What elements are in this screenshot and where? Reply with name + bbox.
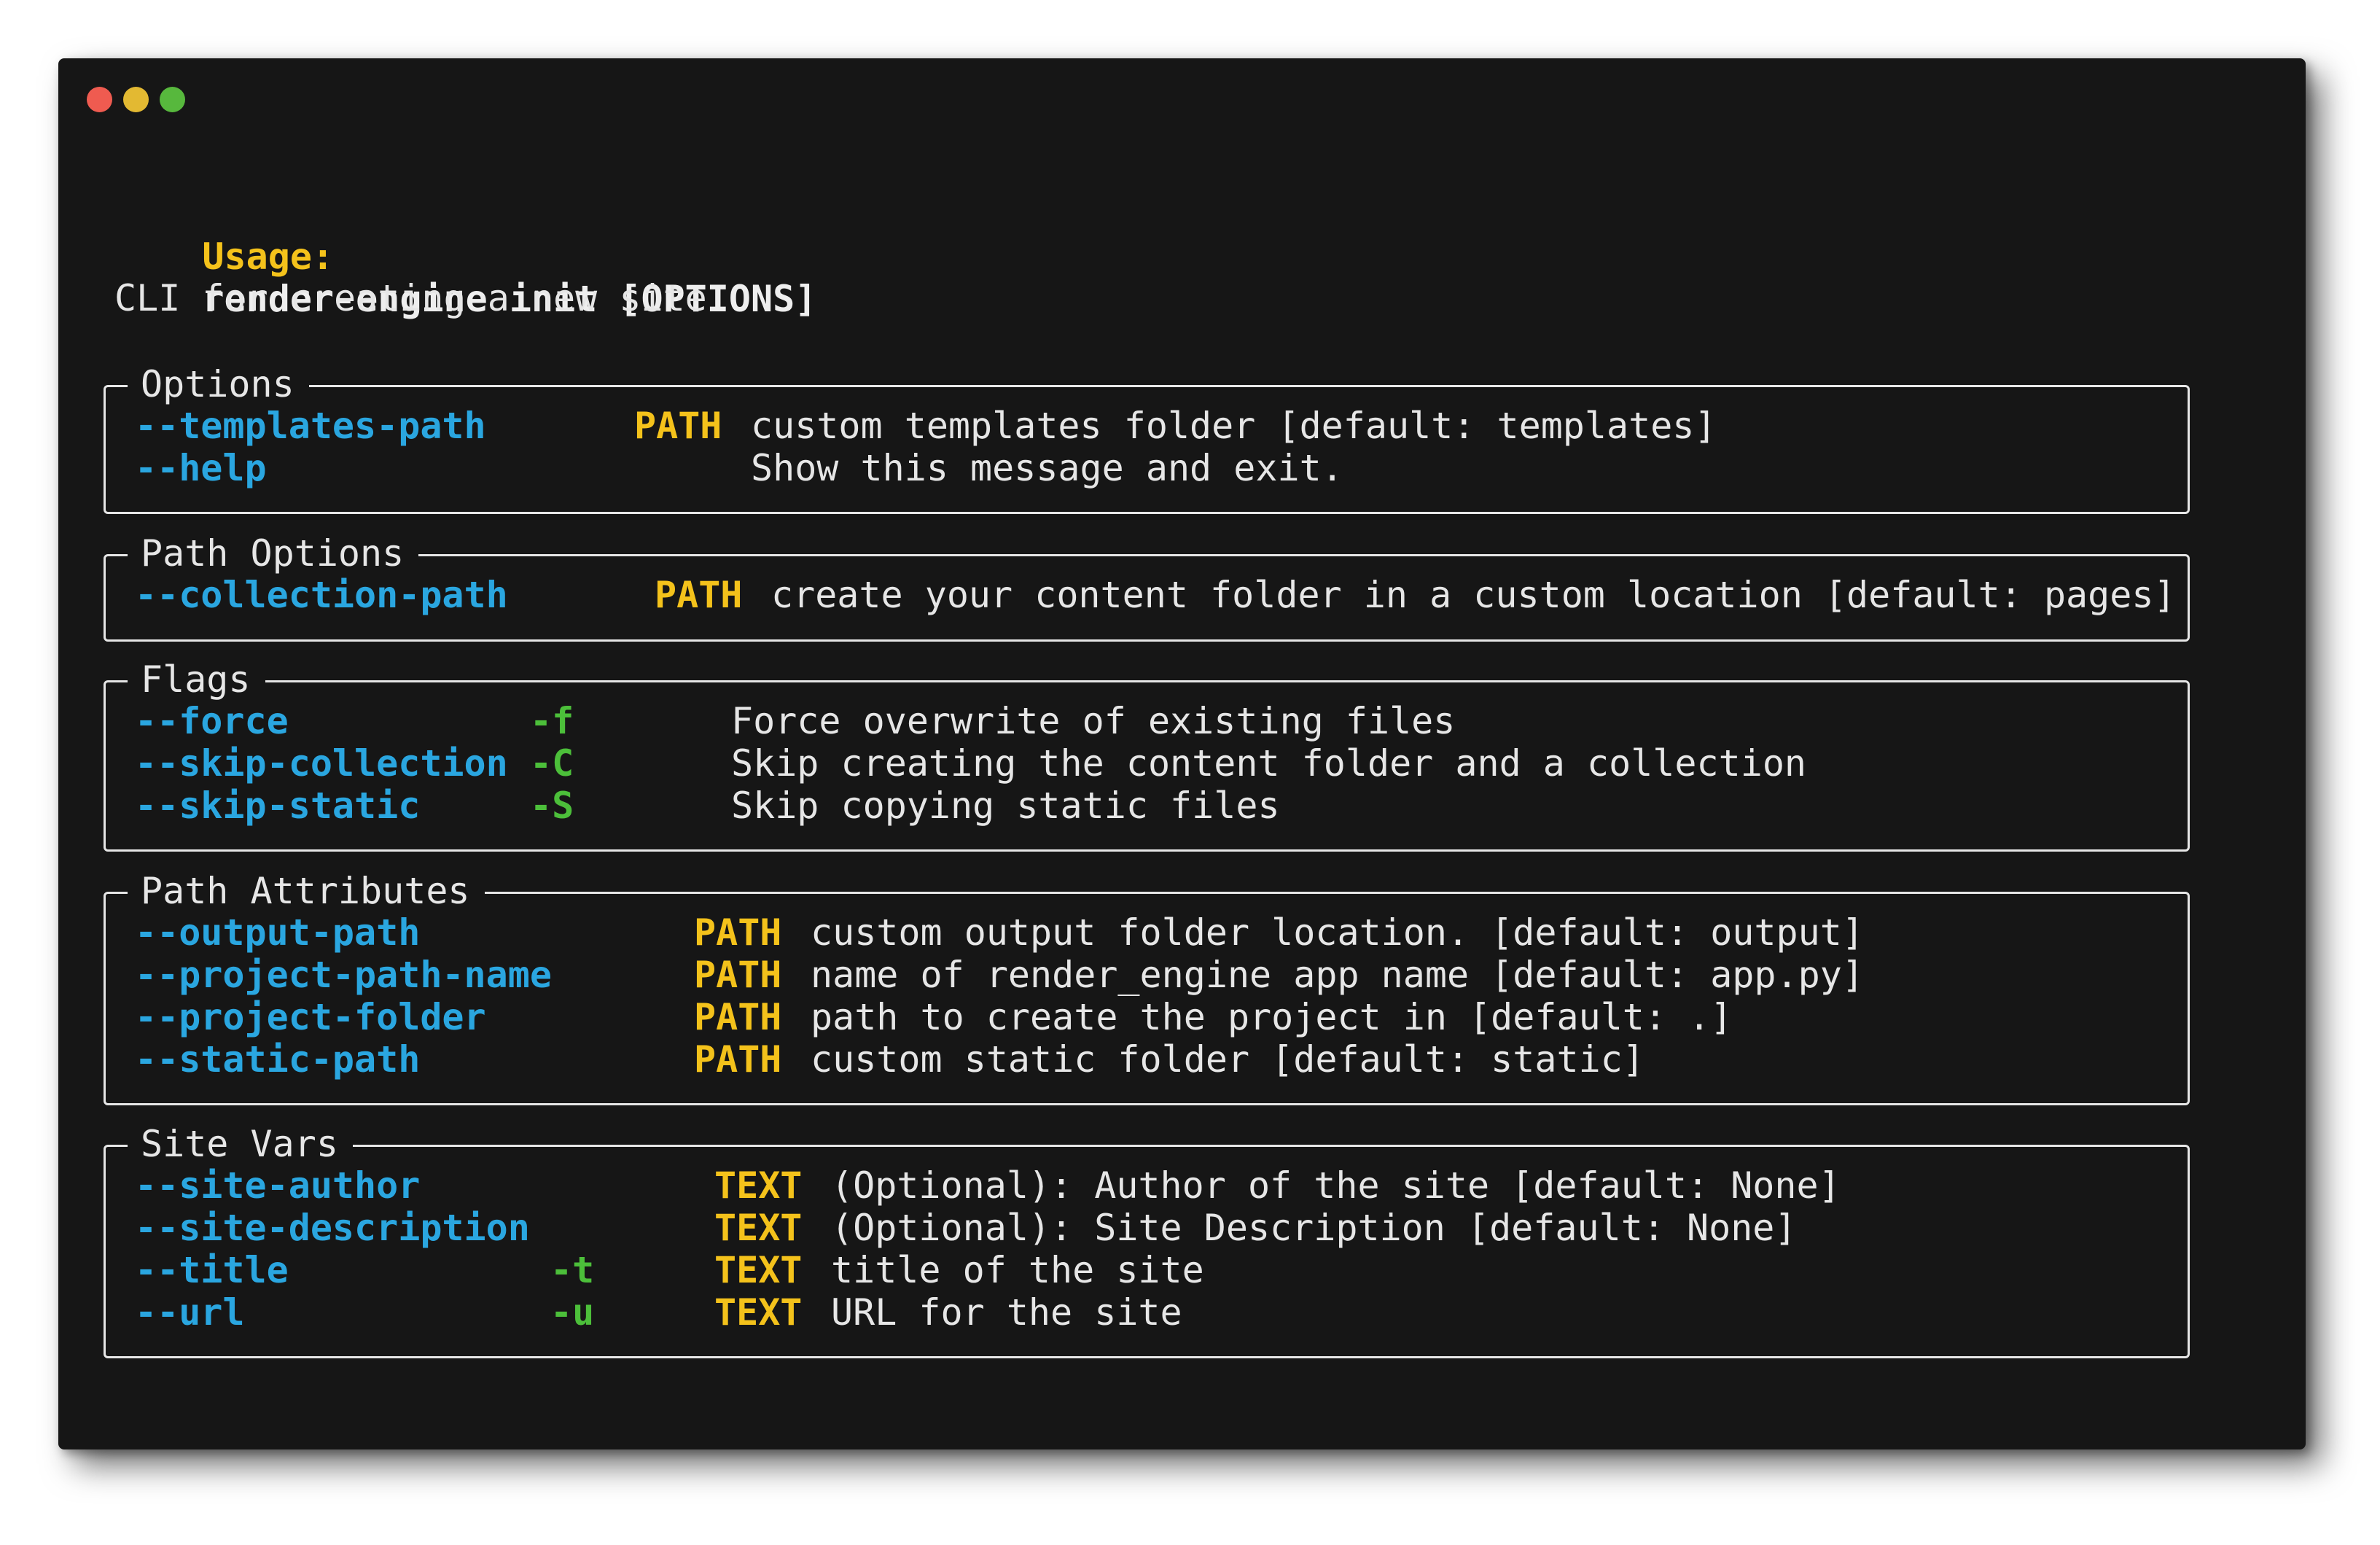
option-name: --skip-static: [135, 785, 421, 827]
option-description: URL for the site: [831, 1291, 1182, 1334]
option-short: -t: [550, 1249, 595, 1291]
option-name: --help: [135, 447, 267, 489]
option-description: (Optional): Site Description [default: N…: [831, 1207, 1797, 1249]
option-type: TEXT: [714, 1207, 803, 1249]
option-name: --project-path-name: [135, 954, 552, 996]
option-description: custom static folder [default: static]: [811, 1038, 1644, 1081]
panel-flags: Flags --force -f Force overwrite of exis…: [104, 658, 2190, 852]
option-row: --site-author TEXT (Optional): Author of…: [106, 1164, 1841, 1207]
option-type: PATH: [694, 954, 782, 996]
panel-path-options: Path Options --collection-path PATH crea…: [104, 532, 2190, 642]
option-short: -u: [550, 1291, 595, 1334]
option-name: --force: [135, 700, 289, 742]
option-row: --output-path PATH custom output folder …: [106, 911, 1864, 954]
minimize-button[interactable]: [123, 87, 149, 112]
terminal-window: Usage: render-engine init [OPTIONS] CLI …: [58, 58, 2306, 1449]
option-name: --project-folder: [135, 996, 486, 1038]
usage-label: Usage:: [202, 236, 335, 278]
option-name: --url: [135, 1291, 245, 1334]
option-short: -C: [530, 742, 574, 785]
option-description: Show this message and exit.: [751, 447, 1343, 489]
option-name: --skip-collection: [135, 742, 508, 785]
option-row: --help Show this message and exit.: [106, 447, 1343, 489]
option-description: name of render_engine app name [default:…: [811, 954, 1864, 996]
option-name: --collection-path: [135, 574, 508, 616]
panel-title: Flags: [128, 658, 265, 701]
option-name: --site-author: [135, 1164, 421, 1207]
option-type: PATH: [634, 405, 722, 447]
option-row: --collection-path PATH create your conte…: [106, 574, 2176, 616]
option-row: --templates-path PATH custom templates f…: [106, 405, 1717, 447]
option-row: --static-path PATH custom static folder …: [106, 1038, 1644, 1081]
panel-title: Path Options: [128, 532, 419, 575]
cli-description: CLI for creating a new site: [114, 277, 707, 319]
option-row: --skip-static -S Skip copying static fil…: [106, 785, 1280, 827]
option-row: --title -t TEXT title of the site: [106, 1249, 1204, 1291]
option-type: TEXT: [714, 1249, 803, 1291]
panel-path-attributes: Path Attributes --output-path PATH custo…: [104, 870, 2190, 1105]
panel-title: Path Attributes: [128, 870, 485, 912]
option-type: TEXT: [714, 1291, 803, 1334]
option-name: --static-path: [135, 1038, 421, 1081]
option-name: --site-description: [135, 1207, 530, 1249]
panel-title: Options: [128, 363, 309, 405]
option-type: PATH: [694, 911, 782, 954]
option-description: title of the site: [831, 1249, 1204, 1291]
option-description: Skip creating the content folder and a c…: [731, 742, 1807, 785]
panel-site-vars: Site Vars --site-author TEXT (Optional):…: [104, 1123, 2190, 1358]
option-description: Skip copying static files: [731, 785, 1280, 827]
option-description: path to create the project in [default: …: [811, 996, 1733, 1038]
option-short: -S: [530, 785, 574, 827]
option-name: --output-path: [135, 911, 421, 954]
option-type: PATH: [655, 574, 743, 616]
close-button[interactable]: [87, 87, 112, 112]
option-row: --force -f Force overwrite of existing f…: [106, 700, 1455, 742]
option-type: TEXT: [714, 1164, 803, 1207]
option-description: custom templates folder [default: templa…: [751, 405, 1717, 447]
option-row: --project-folder PATH path to create the…: [106, 996, 1732, 1038]
option-row: --site-description TEXT (Optional): Site…: [106, 1207, 1797, 1249]
panel-options: Options --templates-path PATH custom tem…: [104, 363, 2190, 514]
option-description: (Optional): Author of the site [default:…: [831, 1164, 1841, 1207]
option-name: --templates-path: [135, 405, 486, 447]
option-description: custom output folder location. [default:…: [811, 911, 1864, 954]
option-description: create your content folder in a custom l…: [771, 574, 2176, 616]
maximize-button[interactable]: [160, 87, 185, 112]
option-row: --project-path-name PATH name of render_…: [106, 954, 1864, 996]
option-type: PATH: [694, 1038, 782, 1081]
panel-title: Site Vars: [128, 1123, 353, 1165]
option-short: -f: [530, 700, 574, 742]
option-row: --url -u TEXT URL for the site: [106, 1291, 1182, 1334]
option-description: Force overwrite of existing files: [731, 700, 1456, 742]
option-type: PATH: [694, 996, 782, 1038]
option-row: --skip-collection -C Skip creating the c…: [106, 742, 1806, 785]
option-name: --title: [135, 1249, 289, 1291]
